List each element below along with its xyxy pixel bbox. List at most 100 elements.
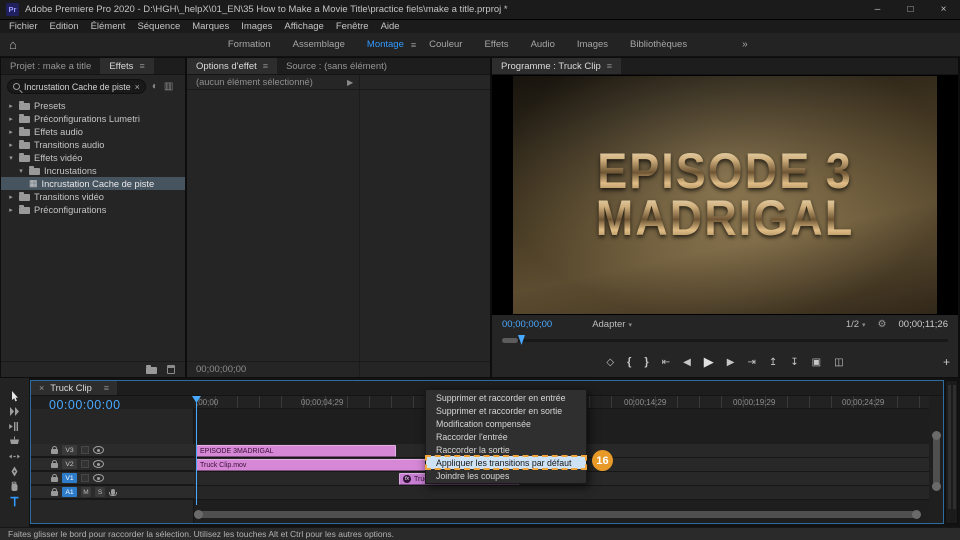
menu-sequence[interactable]: Séquence bbox=[131, 21, 186, 32]
search-clear-icon[interactable]: × bbox=[135, 82, 140, 92]
panel-menu-icon[interactable]: ≡ bbox=[139, 61, 144, 71]
playback-resolution-dropdown[interactable]: 1/2▾ bbox=[846, 319, 866, 330]
close-icon[interactable]: × bbox=[39, 383, 44, 393]
workspace-tab-montage[interactable]: Montage bbox=[356, 39, 415, 50]
lock-icon[interactable] bbox=[51, 463, 58, 468]
workspace-tab-audio[interactable]: Audio bbox=[520, 39, 566, 50]
track-a1-lane[interactable] bbox=[194, 486, 929, 499]
menu-element[interactable]: Élément bbox=[85, 21, 132, 32]
mark-in-button[interactable]: { bbox=[627, 356, 631, 368]
slip-tool-icon[interactable] bbox=[8, 451, 21, 462]
context-item-raccorder-sortie[interactable]: Raccorder la sortie bbox=[426, 443, 586, 456]
menu-fenetre[interactable]: Fenêtre bbox=[330, 21, 375, 32]
selection-tool-icon[interactable] bbox=[8, 391, 21, 402]
lock-icon[interactable] bbox=[51, 449, 58, 454]
menu-images[interactable]: Images bbox=[235, 21, 278, 32]
settings-wrench-icon[interactable]: ⚙ bbox=[878, 319, 887, 330]
tree-item-incrustation-cache-de-piste[interactable]: ▦Incrustation Cache de piste bbox=[1, 177, 185, 190]
button-editor-plus[interactable]: + bbox=[943, 348, 950, 376]
track-v2-target-button[interactable]: V2 bbox=[62, 459, 77, 469]
delete-icon[interactable] bbox=[167, 365, 175, 374]
program-current-timecode[interactable]: 00;00;00;00 bbox=[502, 319, 552, 330]
mute-button[interactable]: M bbox=[81, 487, 91, 497]
lock-icon[interactable] bbox=[51, 491, 58, 496]
close-button[interactable]: × bbox=[927, 0, 960, 19]
twisty-icon[interactable]: ▸ bbox=[7, 206, 15, 214]
sync-lock-toggle[interactable] bbox=[81, 446, 89, 454]
workspace-tab-effets[interactable]: Effets bbox=[473, 39, 519, 50]
effect-controls-timecode[interactable]: 00;00;00;00 bbox=[196, 364, 246, 375]
lock-icon[interactable] bbox=[51, 477, 58, 482]
context-item-supprimer-sortie[interactable]: Supprimer et raccorder en sortie bbox=[426, 404, 586, 417]
export-frame-button[interactable]: ▣ bbox=[812, 357, 821, 368]
type-tool-icon[interactable] bbox=[8, 496, 21, 507]
track-select-tool-icon[interactable] bbox=[8, 406, 21, 417]
twisty-icon[interactable]: ▸ bbox=[7, 102, 15, 110]
context-item-appliquer-transitions-par-defaut[interactable]: Appliquer les transitions par défaut bbox=[426, 456, 586, 469]
preset-filter-icon[interactable]: ▥ bbox=[164, 81, 173, 92]
tab-effects[interactable]: Effets≡ bbox=[100, 58, 153, 74]
twisty-icon[interactable]: ▸ bbox=[7, 141, 15, 149]
zoom-level-dropdown[interactable]: Adapter▾ bbox=[592, 319, 632, 330]
tree-item-effets-video[interactable]: ▾Effets vidéo bbox=[1, 151, 185, 164]
maximize-button[interactable]: □ bbox=[894, 0, 927, 19]
sync-lock-toggle[interactable] bbox=[81, 474, 89, 482]
twisty-icon[interactable]: ▸ bbox=[7, 128, 15, 136]
timeline-view-toggle-icon[interactable]: ▶ bbox=[347, 78, 353, 87]
razor-tool-icon[interactable] bbox=[8, 436, 21, 447]
comparison-view-button[interactable]: ◫ bbox=[834, 357, 843, 368]
horizontal-scrollbar[interactable] bbox=[196, 511, 919, 518]
tab-timeline-truck-clip[interactable]: × Truck Clip ≡ bbox=[31, 381, 117, 395]
program-scrubber[interactable] bbox=[492, 334, 958, 346]
step-forward-button[interactable]: ▶ bbox=[727, 357, 735, 368]
panel-menu-icon[interactable]: ≡ bbox=[263, 61, 268, 71]
tree-item-lumetri[interactable]: ▸Préconfigurations Lumetri bbox=[1, 112, 185, 125]
twisty-icon[interactable]: ▸ bbox=[7, 115, 15, 123]
add-marker-button[interactable]: ◇ bbox=[606, 357, 614, 368]
workspace-tab-assemblage[interactable]: Assemblage bbox=[282, 39, 356, 50]
playhead-line[interactable] bbox=[196, 396, 197, 505]
accelerated-effects-filter-icon[interactable]: ◐ bbox=[152, 81, 158, 92]
tree-item-preconfigurations[interactable]: ▸Préconfigurations bbox=[1, 203, 185, 216]
extract-button[interactable]: ↧ bbox=[790, 357, 798, 368]
twisty-icon[interactable]: ▾ bbox=[17, 167, 25, 175]
vertical-scrollbar[interactable] bbox=[933, 433, 940, 489]
workspace-menu-icon[interactable]: ≡ bbox=[411, 40, 416, 50]
home-icon[interactable]: ⌂ bbox=[9, 37, 17, 52]
tab-effect-controls[interactable]: Options d'effet≡ bbox=[187, 58, 277, 74]
context-item-supprimer-entree[interactable]: Supprimer et raccorder en entrée bbox=[426, 391, 586, 404]
lift-button[interactable]: ↥ bbox=[769, 357, 777, 368]
tree-item-transitions-audio[interactable]: ▸Transitions audio bbox=[1, 138, 185, 151]
twisty-icon[interactable]: ▾ bbox=[7, 154, 15, 162]
track-v3-target-button[interactable]: V3 bbox=[62, 445, 77, 455]
tab-program-monitor[interactable]: Programme : Truck Clip≡ bbox=[492, 58, 621, 74]
eye-icon[interactable] bbox=[93, 446, 104, 454]
tree-item-effets-audio[interactable]: ▸Effets audio bbox=[1, 125, 185, 138]
ripple-edit-tool-icon[interactable] bbox=[8, 421, 21, 432]
workspace-tab-couleur[interactable]: Couleur bbox=[418, 39, 473, 50]
tree-item-presets[interactable]: ▸Presets bbox=[1, 99, 185, 112]
hand-tool-icon[interactable] bbox=[8, 481, 21, 492]
menu-edition[interactable]: Edition bbox=[44, 21, 85, 32]
eye-icon[interactable] bbox=[93, 460, 104, 468]
tree-item-transitions-video[interactable]: ▸Transitions vidéo bbox=[1, 190, 185, 203]
tree-item-incrustations[interactable]: ▾Incrustations bbox=[1, 164, 185, 177]
scrubber-zoom-handle[interactable] bbox=[502, 338, 518, 343]
goto-in-button[interactable]: ⇤ bbox=[662, 357, 670, 368]
new-custom-bin-icon[interactable] bbox=[146, 367, 157, 374]
goto-out-button[interactable]: ⇥ bbox=[747, 357, 755, 368]
clip-episode3-madrigal[interactable]: EPISODE 3MADRIGAL bbox=[196, 445, 396, 457]
eye-icon[interactable] bbox=[93, 474, 104, 482]
search-input[interactable]: Incrustation Cache de piste × bbox=[7, 79, 146, 94]
track-a1-target-button[interactable]: A1 bbox=[62, 487, 77, 497]
context-item-joindre-les-coupes[interactable]: Joindre les coupes bbox=[426, 469, 586, 482]
play-button[interactable]: ▶ bbox=[704, 354, 714, 370]
workspace-tab-formation[interactable]: Formation bbox=[217, 39, 282, 50]
tab-project[interactable]: Projet : make a title bbox=[1, 58, 100, 74]
solo-button[interactable]: S bbox=[95, 487, 105, 497]
scrubber-track[interactable] bbox=[502, 339, 948, 342]
panel-menu-icon[interactable]: ≡ bbox=[607, 61, 612, 71]
sync-lock-toggle[interactable] bbox=[81, 460, 89, 468]
twisty-icon[interactable]: ▸ bbox=[7, 193, 15, 201]
context-item-modification-compensee[interactable]: Modification compensée bbox=[426, 417, 586, 430]
